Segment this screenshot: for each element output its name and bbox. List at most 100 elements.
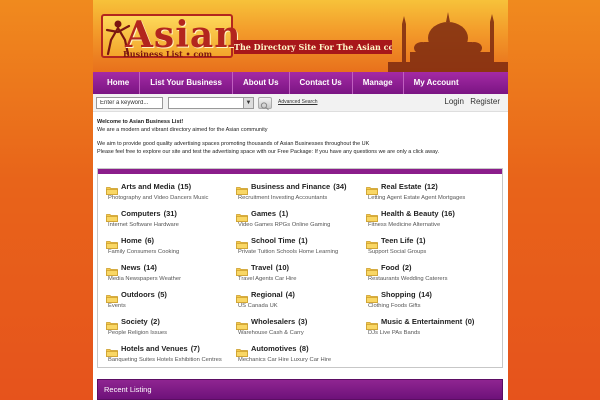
category-count: (6) xyxy=(144,235,155,245)
nav-contact-us[interactable]: Contact Us xyxy=(290,72,353,94)
category-subcategories[interactable]: Banqueting Suites Hotels Exhibition Cent… xyxy=(108,355,235,365)
category-link-computers[interactable]: Computers xyxy=(121,209,161,218)
category-count: (5) xyxy=(157,289,167,299)
category-subcategories[interactable]: Private Tuition Schools Home Learning xyxy=(238,247,365,257)
category-link-music-entertainment[interactable]: Music & Entertainment xyxy=(381,317,462,326)
folder-icon xyxy=(106,344,118,357)
category-link-school-time[interactable]: School Time xyxy=(251,236,295,245)
category-item: Automotives (8) Mechanics Car Hire Luxury … xyxy=(236,341,365,368)
category-link-business-and-finance[interactable]: Business and Finance xyxy=(251,182,330,191)
logo-subtitle: Business List • com xyxy=(123,49,213,59)
auth-links: Login Register xyxy=(440,97,500,106)
site-logo[interactable]: Asian Business List • com xyxy=(101,14,240,59)
main-nav: Home List Your Business About Us Contact… xyxy=(93,72,508,94)
category-link-travel[interactable]: Travel xyxy=(251,263,273,272)
category-item: Health & Beauty (16) Fitness Medicine Alte… xyxy=(366,206,495,233)
category-head: Computers (31) xyxy=(106,206,235,222)
search-button[interactable] xyxy=(258,97,272,111)
category-select[interactable]: ▼ xyxy=(168,97,254,109)
folder-icon xyxy=(236,317,248,330)
category-subcategories[interactable]: Letting Agent Estate Agent Mortgages xyxy=(368,193,495,203)
category-item: Games (1) Video Games RPGs Online Gaming xyxy=(236,206,365,233)
category-item: Wholesalers (3) Warehouse Cash & Carry xyxy=(236,314,365,341)
category-subcategories[interactable]: Events xyxy=(108,301,235,311)
category-link-health-beauty[interactable]: Health & Beauty xyxy=(381,209,439,218)
category-head: Outdoors (5) xyxy=(106,287,235,303)
category-subcategories[interactable]: Warehouse Cash & Carry xyxy=(238,328,365,338)
category-head: Regional (4) xyxy=(236,287,365,303)
nav-list-your-business[interactable]: List Your Business xyxy=(140,72,233,94)
folder-icon xyxy=(366,182,378,195)
category-subcategories[interactable]: Mechanics Car Hire Luxury Car Hire xyxy=(238,355,365,365)
category-link-shopping[interactable]: Shopping xyxy=(381,290,416,299)
category-head: Wholesalers (3) xyxy=(236,314,365,330)
category-link-regional[interactable]: Regional xyxy=(251,290,283,299)
nav-home[interactable]: Home xyxy=(97,72,141,94)
category-subcategories[interactable]: US Canada UK xyxy=(238,301,365,311)
category-subcategories[interactable]: Video Games RPGs Online Gaming xyxy=(238,220,365,230)
category-subcategories[interactable]: Photography and Video Dancers Music xyxy=(108,193,235,203)
keyword-input[interactable] xyxy=(96,97,163,109)
nav-manage[interactable]: Manage xyxy=(353,72,404,94)
category-item: News (14) Media Newspapers Weather xyxy=(106,260,235,287)
category-count: (14) xyxy=(143,262,157,272)
category-head: Home (6) xyxy=(106,233,235,249)
category-link-society[interactable]: Society xyxy=(121,317,148,326)
category-head: Music & Entertainment (0) xyxy=(366,314,495,330)
magnifier-icon xyxy=(260,102,269,111)
category-head: Travel (10) xyxy=(236,260,365,276)
category-subcategories[interactable]: Restaurants Wedding Caterers xyxy=(368,274,495,284)
category-subcategories[interactable]: Family Consumers Cooking xyxy=(108,247,235,257)
category-count: (10) xyxy=(275,262,290,272)
category-count: (14) xyxy=(418,289,432,299)
category-link-wholesalers[interactable]: Wholesalers xyxy=(251,317,295,326)
site-tagline: The Directory Site For The Asian communi… xyxy=(234,40,392,54)
category-count: (31) xyxy=(163,208,177,218)
login-link[interactable]: Login xyxy=(444,97,464,106)
category-link-teen-life[interactable]: Teen Life xyxy=(381,236,413,245)
category-count: (2) xyxy=(150,316,160,326)
category-count: (16) xyxy=(441,208,455,218)
category-subcategories[interactable]: Recruitment Investing Accountants xyxy=(238,193,365,203)
category-link-arts-and-media[interactable]: Arts and Media xyxy=(121,182,175,191)
nav-my-account[interactable]: My Account xyxy=(404,72,469,94)
folder-icon xyxy=(366,317,378,330)
category-subcategories[interactable]: DJs Live PAs Bands xyxy=(368,328,495,338)
category-link-automotives[interactable]: Automotives xyxy=(251,344,296,353)
category-subcategories[interactable]: Travel Agents Car Hire xyxy=(238,274,365,284)
category-head: Society (2) xyxy=(106,314,235,330)
nav-about-us[interactable]: About Us xyxy=(233,72,290,94)
category-head: Food (2) xyxy=(366,260,495,276)
category-link-real-estate[interactable]: Real Estate xyxy=(381,182,421,191)
category-item: Shopping (14) Clothing Foods Gifts xyxy=(366,287,495,314)
category-item: School Time (1) Private Tuition Schools Ho… xyxy=(236,233,365,260)
category-count: (3) xyxy=(298,316,308,326)
category-link-food[interactable]: Food xyxy=(381,263,399,272)
recent-listing-bar: Recent Listing xyxy=(97,379,503,400)
category-subcategories[interactable]: People Religion Issues xyxy=(108,328,235,338)
category-link-news[interactable]: News xyxy=(121,263,141,272)
category-subcategories[interactable]: Support Social Groups xyxy=(368,247,495,257)
category-link-home[interactable]: Home xyxy=(121,236,142,245)
category-link-games[interactable]: Games xyxy=(251,209,276,218)
category-subcategories[interactable]: Clothing Foods Gifts xyxy=(368,301,495,311)
category-link-hotels-and-venues[interactable]: Hotels and Venues xyxy=(121,344,188,353)
category-subcategories[interactable]: Media Newspapers Weather xyxy=(108,274,235,284)
category-subcategories[interactable]: Internet Software Hardware xyxy=(108,220,235,230)
advanced-search-link[interactable]: Advanced Search xyxy=(278,99,317,105)
chevron-down-icon[interactable]: ▼ xyxy=(243,98,253,108)
category-head: Automotives (8) xyxy=(236,341,365,357)
category-head: News (14) xyxy=(106,260,235,276)
folder-icon xyxy=(236,290,248,303)
category-head: Health & Beauty (16) xyxy=(366,206,495,222)
category-subcategories[interactable]: Fitness Medicine Alternative xyxy=(368,220,495,230)
category-directory: Arts and Media (15) Photography and Video … xyxy=(97,168,503,368)
folder-icon xyxy=(106,317,118,330)
folder-icon xyxy=(236,182,248,195)
folder-icon xyxy=(106,209,118,222)
category-item: Travel (10) Travel Agents Car Hire xyxy=(236,260,365,287)
category-link-outdoors[interactable]: Outdoors xyxy=(121,290,155,299)
register-link[interactable]: Register xyxy=(470,97,500,106)
category-count: (15) xyxy=(177,181,192,191)
folder-icon xyxy=(236,236,248,249)
